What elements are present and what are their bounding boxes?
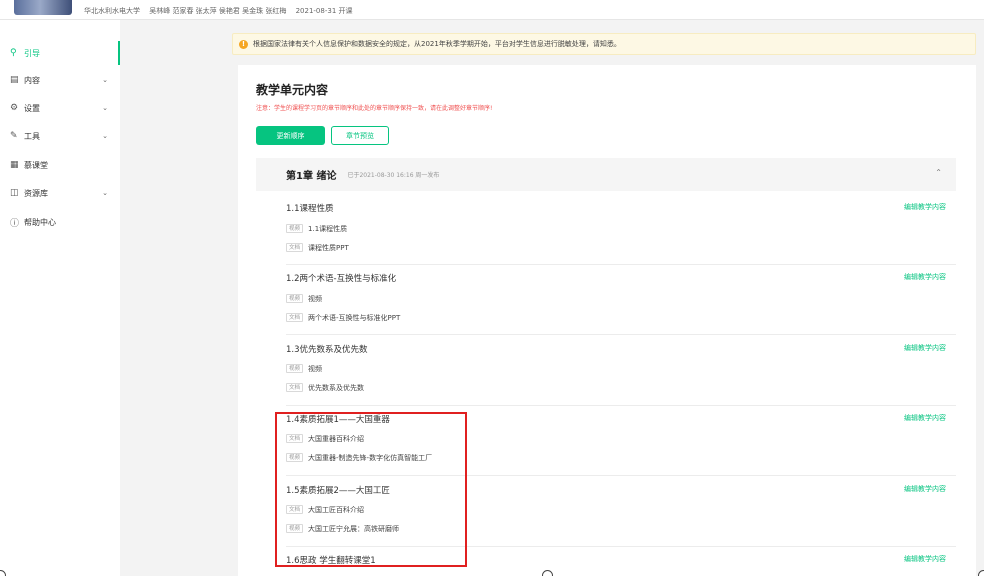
teaching-unit-panel: 教学单元内容 注意：学生的课程学习页的章节顺序和此处的章节顺序保持一致，请在此调… <box>238 65 976 576</box>
resource-type-tag: 视频 <box>286 524 304 533</box>
sidebar-item-label: 资源库 <box>24 188 48 198</box>
school-name: 华北水利水电大学 <box>84 7 140 15</box>
order-note: 注意：学生的课程学习页的章节顺序和此处的章节顺序保持一致，请在此调整好章节顺序! <box>256 105 493 112</box>
section-title: 1.5素质拓展2——大国工匠 <box>286 486 390 496</box>
classroom-icon: ▦ <box>10 160 19 170</box>
section-item: 1.5素质拓展2——大国工匠 编辑教学内容 文档 大国工匠百科介绍 视频 大国工… <box>286 477 956 547</box>
sidebar-item-tools[interactable]: ✎ 工具 ⌄ <box>0 124 120 148</box>
sidebar-item-label: 设置 <box>24 103 40 113</box>
update-order-button[interactable]: 更新顺序 <box>256 126 325 145</box>
course-header: 华北水利水电大学 吴林峰 范家春 张太萍 侯艳君 吴金珠 张红梅 2021-08… <box>0 0 984 20</box>
sidebar-item-guide[interactable]: ⚲ 引导 <box>0 41 120 65</box>
section-title: 1.3优先数系及优先数 <box>286 345 368 355</box>
resource-row[interactable]: 文档 大国重器百科介绍 <box>286 433 364 444</box>
chapter-title: 第1章 绪论 <box>286 171 337 182</box>
chapter-preview-button[interactable]: 章节预览 <box>331 126 389 145</box>
resource-type-tag: 视频 <box>286 294 304 303</box>
edit-content-link[interactable]: 编辑教学内容 <box>904 343 946 353</box>
chevron-down-icon: ⌄ <box>102 76 108 84</box>
resource-name: 1.1课程性质 <box>308 224 348 233</box>
course-meta: 华北水利水电大学 吴林峰 范家春 张太萍 侯艳君 吴金珠 张红梅 2021-08… <box>84 5 360 17</box>
section-item: 1.1课程性质 编辑教学内容 视频 1.1课程性质 文档 课程性质PPT <box>286 195 956 265</box>
sidebar-item-label: 引导 <box>24 48 40 58</box>
resource-type-tag: 视频 <box>286 364 304 373</box>
chapter-header[interactable]: 第1章 绪论 已于2021-08-30 16:16 周一发布 ⌃ <box>256 158 956 191</box>
resource-row[interactable]: 视频 视频 <box>286 363 322 374</box>
resource-name: 视频 <box>308 294 323 303</box>
resource-row[interactable]: 文档 课程性质PPT <box>286 242 349 253</box>
resource-row[interactable]: 文档 大国工匠百科介绍 <box>286 504 364 515</box>
sidebar-item-settings[interactable]: ⚙ 设置 ⌄ <box>0 96 120 120</box>
resource-type-tag: 视频 <box>286 224 304 233</box>
edit-content-link[interactable]: 编辑教学内容 <box>904 272 946 282</box>
privacy-notice: ! 根据国家法律有关个人信息保护和数据安全的规定，从2021年秋季学期开始，平台… <box>232 33 976 55</box>
chevron-up-icon[interactable]: ⌃ <box>935 168 942 177</box>
sidebar-item-label: 慕课堂 <box>24 160 48 170</box>
resource-type-tag: 文档 <box>286 243 304 252</box>
section-item: 1.6思政 学生翻转课堂1 编辑教学内容 <box>286 547 956 576</box>
section-item: 1.3优先数系及优先数 编辑教学内容 视频 视频 文档 优先数系及优先数 <box>286 336 956 406</box>
resource-type-tag: 文档 <box>286 505 304 514</box>
chevron-down-icon: ⌄ <box>102 189 108 197</box>
chapter-publish-status: 已于2021-08-30 16:16 周一发布 <box>347 172 440 179</box>
lightbulb-icon: ⚲ <box>10 48 17 58</box>
edit-content-link[interactable]: 编辑教学内容 <box>904 484 946 494</box>
notice-text: 根据国家法律有关个人信息保护和数据安全的规定，从2021年秋季学期开始，平台对学… <box>253 40 621 48</box>
resize-handle-bottom-right[interactable] <box>978 570 984 576</box>
section-title: 1.4素质拓展1——大国重器 <box>286 415 390 425</box>
resource-row[interactable]: 视频 1.1课程性质 <box>286 223 347 234</box>
chevron-down-icon: ⌄ <box>102 104 108 112</box>
warning-icon: ! <box>239 39 248 49</box>
help-icon: ⓘ <box>10 218 20 229</box>
sidebar-item-help-center[interactable]: ⓘ 帮助中心 <box>0 210 120 234</box>
page-title: 教学单元内容 <box>256 83 329 97</box>
wrench-icon: ✎ <box>10 131 18 141</box>
resource-row[interactable]: 视频 视频 <box>286 293 322 304</box>
resource-row[interactable]: 文档 两个术语-互换性与标准化PPT <box>286 312 400 323</box>
resource-row[interactable]: 视频 大国工匠宁允展：高铁研磨师 <box>286 523 399 534</box>
section-title: 1.6思政 学生翻转课堂1 <box>286 556 376 566</box>
resource-type-tag: 文档 <box>286 383 304 392</box>
course-cover-image <box>14 0 72 15</box>
sidebar-item-resource-library[interactable]: ◫ 资源库 ⌄ <box>0 181 120 205</box>
edit-content-link[interactable]: 编辑教学内容 <box>904 413 946 423</box>
resource-type-tag: 文档 <box>286 313 304 322</box>
sidebar: ⚲ 引导 ▤ 内容 ⌄ ⚙ 设置 ⌄ ✎ 工具 ⌄ ▦ 慕课堂 ◫ 资源库 ⌄ … <box>0 20 120 576</box>
section-item: 1.2两个术语-互换性与标准化 编辑教学内容 视频 视频 文档 两个术语-互换性… <box>286 265 956 335</box>
resource-name: 优先数系及优先数 <box>308 383 365 392</box>
sidebar-item-label: 工具 <box>24 131 40 141</box>
sidebar-item-content[interactable]: ▤ 内容 ⌄ <box>0 68 120 92</box>
database-icon: ◫ <box>10 188 19 198</box>
edit-content-link[interactable]: 编辑教学内容 <box>904 554 946 564</box>
section-title: 1.1课程性质 <box>286 204 334 214</box>
resource-name: 大国重器-制造先锋-数字化仿真智能工厂 <box>308 453 433 462</box>
edit-content-link[interactable]: 编辑教学内容 <box>904 202 946 212</box>
resource-row[interactable]: 文档 优先数系及优先数 <box>286 382 364 393</box>
resource-row[interactable]: 视频 大国重器-制造先锋-数字化仿真智能工厂 <box>286 452 432 463</box>
gear-icon: ⚙ <box>10 103 19 113</box>
resource-name: 两个术语-互换性与标准化PPT <box>308 313 401 322</box>
resource-name: 视频 <box>308 364 323 373</box>
teacher-list: 吴林峰 范家春 张太萍 侯艳君 吴金珠 张红梅 <box>149 7 287 15</box>
course-start-date: 2021-08-31 开课 <box>295 7 353 15</box>
resource-type-tag: 视频 <box>286 453 304 462</box>
resource-name: 课程性质PPT <box>308 243 349 252</box>
sidebar-item-label: 帮助中心 <box>24 217 56 227</box>
sidebar-item-label: 内容 <box>24 75 40 85</box>
chevron-down-icon: ⌄ <box>102 132 108 140</box>
document-icon: ▤ <box>10 75 19 85</box>
resource-name: 大国工匠宁允展：高铁研磨师 <box>308 524 400 533</box>
resource-name: 大国重器百科介绍 <box>308 434 365 443</box>
sidebar-item-mooc-class[interactable]: ▦ 慕课堂 <box>0 153 120 177</box>
resize-handle-bottom-center[interactable] <box>542 570 553 576</box>
section-item: 1.4素质拓展1——大国重器 编辑教学内容 文档 大国重器百科介绍 视频 大国重… <box>286 406 956 476</box>
section-title: 1.2两个术语-互换性与标准化 <box>286 274 397 284</box>
resource-name: 大国工匠百科介绍 <box>308 505 365 514</box>
resource-type-tag: 文档 <box>286 434 304 443</box>
